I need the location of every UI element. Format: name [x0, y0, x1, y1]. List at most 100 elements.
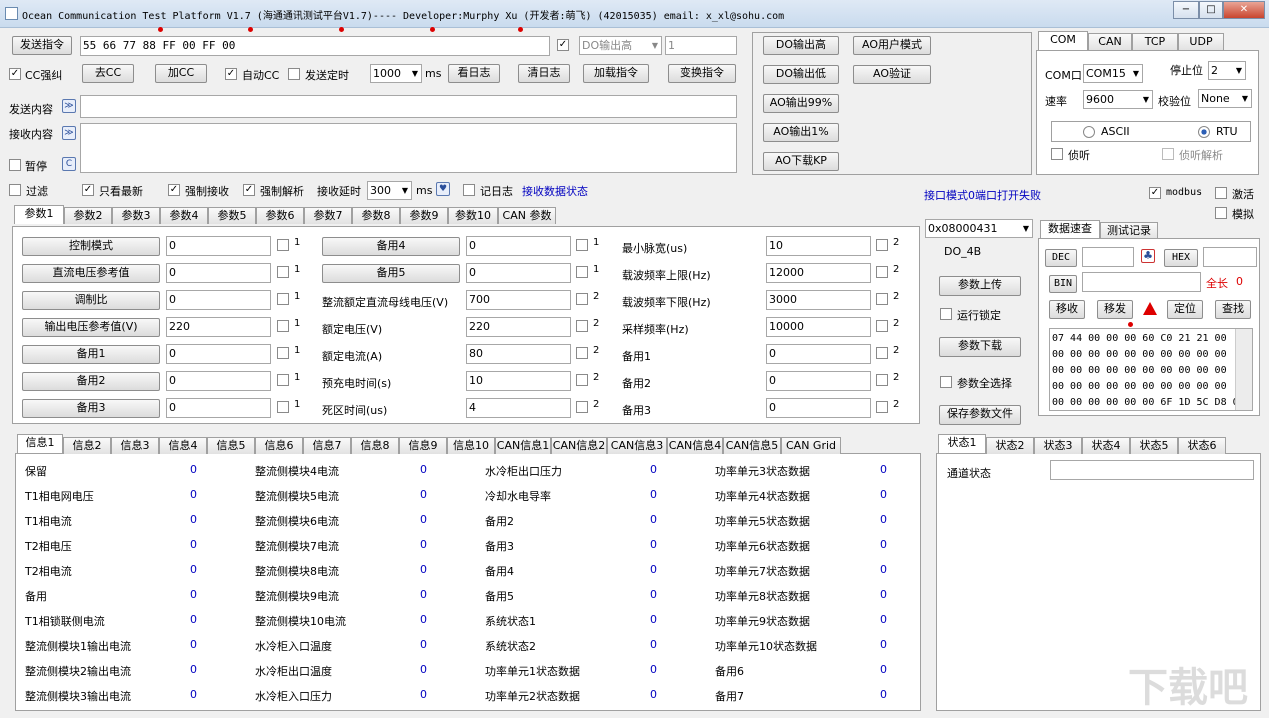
convert-command-button[interactable]: 变换指令: [668, 64, 736, 83]
status-tab-1[interactable]: 状态1: [938, 434, 986, 453]
param-checkbox[interactable]: [277, 320, 289, 332]
maximize-button[interactable]: □: [1199, 1, 1223, 19]
number-stepper[interactable]: 1: [665, 36, 737, 55]
param-tab-7[interactable]: 参数7: [304, 207, 352, 224]
param-value-input[interactable]: 0: [166, 263, 271, 283]
activate-checkbox[interactable]: [1215, 187, 1227, 199]
info-tab-9[interactable]: 信息9: [399, 437, 447, 454]
param-upload-button[interactable]: 参数上传: [939, 276, 1021, 296]
address-select[interactable]: 0x08000431: [925, 219, 1033, 238]
info-tab-6[interactable]: 信息6: [255, 437, 303, 454]
dec-button[interactable]: DEC: [1045, 249, 1077, 267]
param-tab-11[interactable]: CAN 参数: [498, 207, 556, 224]
param-tab-6[interactable]: 参数6: [256, 207, 304, 224]
listen-checkbox[interactable]: [1051, 148, 1063, 160]
info-tab-16[interactable]: CAN Grid: [781, 437, 841, 454]
param-button[interactable]: 备用1: [22, 345, 160, 364]
tab-com[interactable]: COM: [1038, 31, 1088, 50]
param-checkbox[interactable]: [876, 347, 888, 359]
param-button[interactable]: 备用3: [22, 399, 160, 418]
param-checkbox[interactable]: [576, 374, 588, 386]
timed-send-checkbox[interactable]: [288, 68, 300, 80]
recv-delay-select[interactable]: 300: [367, 181, 412, 200]
info-tab-3[interactable]: 信息3: [111, 437, 159, 454]
param-tab-3[interactable]: 参数3: [112, 207, 160, 224]
param-checkbox[interactable]: [576, 347, 588, 359]
info-tab-2[interactable]: 信息2: [63, 437, 111, 454]
param-value-input[interactable]: 700: [466, 290, 571, 310]
param-tab-1[interactable]: 参数1: [14, 205, 64, 224]
dec-input[interactable]: [1082, 247, 1134, 267]
parity-select[interactable]: None: [1198, 89, 1252, 108]
interval-select[interactable]: 1000: [370, 64, 422, 83]
expand-icon[interactable]: ≫: [62, 126, 76, 140]
param-value-input[interactable]: 10000: [766, 317, 871, 337]
param-button[interactable]: 备用5: [322, 264, 460, 283]
param-checkbox[interactable]: [876, 239, 888, 251]
param-value-input[interactable]: 80: [466, 344, 571, 364]
force-recv-checkbox[interactable]: ✓: [168, 184, 180, 196]
param-button[interactable]: 输出电压参考值(V): [22, 318, 160, 337]
param-checkbox[interactable]: [876, 374, 888, 386]
do-output-select[interactable]: DO输出高: [579, 36, 662, 55]
enable-checkbox[interactable]: ✓: [557, 39, 569, 51]
com-port-select[interactable]: COM15: [1083, 64, 1143, 83]
find-button[interactable]: 查找: [1215, 300, 1251, 319]
hex-scrollbar[interactable]: [1235, 329, 1252, 410]
info-tab-12[interactable]: CAN信息2: [551, 437, 607, 454]
send-command-button[interactable]: 发送指令: [12, 36, 72, 55]
auto-cc-checkbox[interactable]: ✓: [225, 68, 237, 80]
listen-parse-checkbox[interactable]: [1162, 148, 1174, 160]
modbus-checkbox[interactable]: ✓: [1149, 187, 1161, 199]
param-value-input[interactable]: 0: [166, 344, 271, 364]
param-checkbox[interactable]: [876, 320, 888, 332]
status-tab-3[interactable]: 状态3: [1034, 437, 1082, 454]
ao-verify-button[interactable]: AO验证: [853, 65, 931, 84]
param-download-button[interactable]: 参数下载: [939, 337, 1021, 357]
param-value-input[interactable]: 4: [466, 398, 571, 418]
param-button[interactable]: 控制模式: [22, 237, 160, 256]
param-value-input[interactable]: 0: [466, 263, 571, 283]
param-value-input[interactable]: 0: [766, 371, 871, 391]
up-arrow-icon[interactable]: [1143, 302, 1157, 315]
tab-udp[interactable]: UDP: [1178, 33, 1224, 50]
clear-log-button[interactable]: 清日志: [518, 64, 570, 83]
latest-only-checkbox[interactable]: ✓: [82, 184, 94, 196]
param-value-input[interactable]: 0: [166, 398, 271, 418]
param-tab-10[interactable]: 参数10: [448, 207, 498, 224]
hex-command-input[interactable]: 55 66 77 88 FF 00 FF 00: [80, 36, 550, 56]
param-checkbox[interactable]: [277, 374, 289, 386]
param-checkbox[interactable]: [576, 293, 588, 305]
clear-c-icon[interactable]: C: [62, 157, 76, 171]
param-checkbox[interactable]: [876, 401, 888, 413]
param-value-input[interactable]: 0: [766, 344, 871, 364]
record-log-checkbox[interactable]: [463, 184, 475, 196]
hex-dump-area[interactable]: 07 44 00 00 00 60 C0 21 21 00 00 00 00 00…: [1049, 328, 1253, 411]
status-tab-2[interactable]: 状态2: [986, 437, 1034, 454]
remove-cc-button[interactable]: 去CC: [82, 64, 134, 83]
cc-force-checkbox[interactable]: ✓: [9, 68, 21, 80]
status-tab-4[interactable]: 状态4: [1082, 437, 1130, 454]
param-value-input[interactable]: 0: [166, 290, 271, 310]
tab-can[interactable]: CAN: [1088, 33, 1132, 50]
param-checkbox[interactable]: [576, 239, 588, 251]
simulate-checkbox[interactable]: [1215, 207, 1227, 219]
rtu-radio[interactable]: [1198, 126, 1210, 138]
info-tab-15[interactable]: CAN信息5: [723, 437, 781, 454]
param-button[interactable]: 备用4: [322, 237, 460, 256]
info-tab-7[interactable]: 信息7: [303, 437, 351, 454]
view-log-button[interactable]: 看日志: [448, 64, 500, 83]
send-content-input[interactable]: [80, 95, 737, 118]
param-value-input[interactable]: 220: [466, 317, 571, 337]
param-checkbox[interactable]: [277, 266, 289, 278]
ao-user-mode-button[interactable]: AO用户模式: [853, 36, 931, 55]
info-tab-8[interactable]: 信息8: [351, 437, 399, 454]
info-tab-13[interactable]: CAN信息3: [607, 437, 667, 454]
tab-tcp[interactable]: TCP: [1132, 33, 1178, 50]
tab-test-record[interactable]: 测试记录: [1100, 222, 1158, 239]
force-parse-checkbox[interactable]: ✓: [243, 184, 255, 196]
param-button[interactable]: 备用2: [22, 372, 160, 391]
param-value-input[interactable]: 0: [166, 371, 271, 391]
param-checkbox[interactable]: [576, 266, 588, 278]
do-low-button[interactable]: DO输出低: [763, 65, 839, 84]
